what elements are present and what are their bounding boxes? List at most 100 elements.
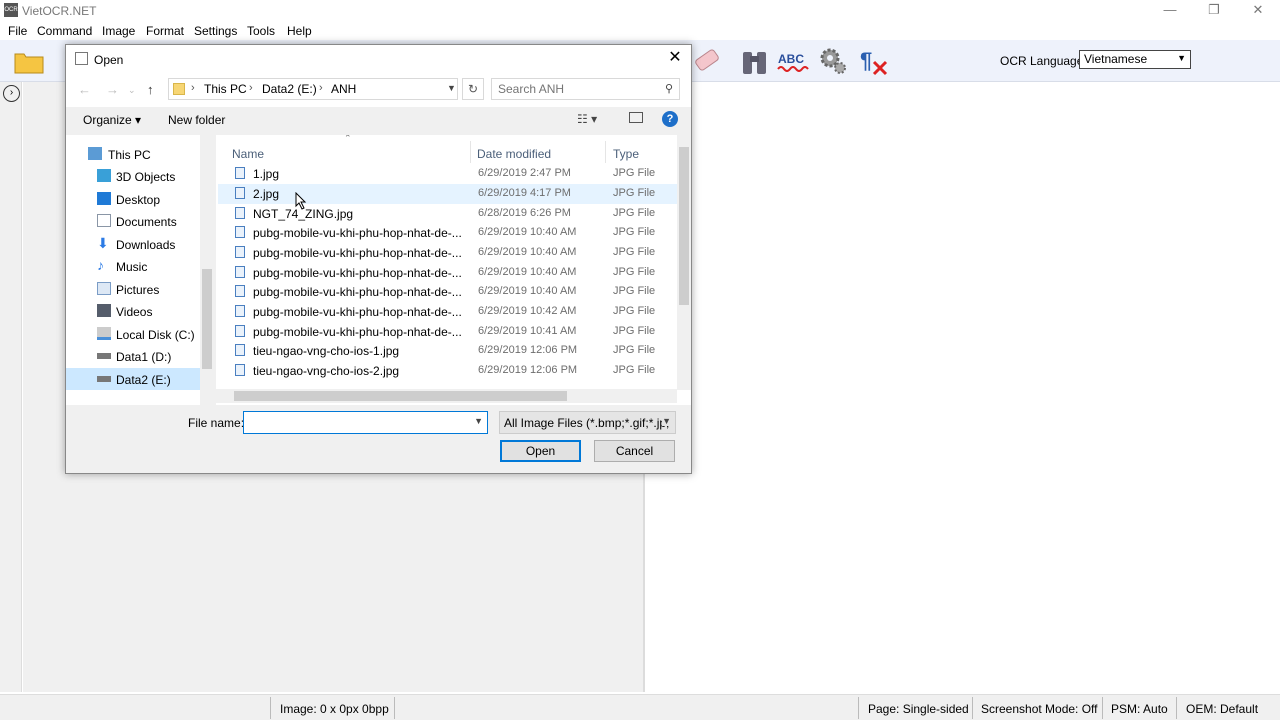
tree-scrollbar[interactable]: [200, 135, 214, 405]
tree-item-this-pc[interactable]: This PC: [66, 143, 200, 165]
restore-button[interactable]: ❐: [1192, 0, 1236, 22]
close-button[interactable]: ✕: [1236, 0, 1280, 22]
tree-item-downloads[interactable]: ⬇ Downloads: [66, 233, 200, 255]
file-name-input[interactable]: [246, 413, 466, 432]
expand-panel-icon[interactable]: ›: [3, 85, 20, 102]
column-header-type[interactable]: Type: [613, 147, 639, 161]
menu-command[interactable]: Command: [37, 24, 92, 38]
breadcrumb-this-pc[interactable]: This PC: [204, 82, 247, 96]
menu-format[interactable]: Format: [146, 24, 184, 38]
svg-text:¶: ¶: [860, 48, 872, 73]
preview-pane-icon[interactable]: [629, 112, 643, 123]
gear-icon[interactable]: [816, 44, 850, 78]
tree-item-documents[interactable]: Documents: [66, 210, 200, 232]
up-arrow-icon[interactable]: ↑: [147, 82, 154, 97]
cancel-button[interactable]: Cancel: [594, 440, 675, 462]
status-oem[interactable]: OEM: Default: [1186, 702, 1258, 716]
menu-file[interactable]: File: [8, 24, 27, 38]
file-row[interactable]: pubg-mobile-vu-khi-phu-hop-nhat-de-... 6…: [218, 223, 678, 243]
file-type-value: All Image Files (*.bmp;*.gif;*.jp;: [504, 416, 670, 430]
file-name: tieu-ngao-vng-cho-ios-1.jpg: [253, 344, 400, 358]
ocr-language-select[interactable]: Vietnamese ▼: [1079, 50, 1191, 69]
organize-button[interactable]: Organize ▾: [83, 113, 141, 127]
file-name-combobox[interactable]: ▼: [243, 411, 488, 434]
tree-scrollbar-thumb[interactable]: [202, 269, 212, 369]
ocr-text-area[interactable]: [645, 82, 1280, 692]
menu-image[interactable]: Image: [102, 24, 135, 38]
recent-dropdown-icon[interactable]: ⌄: [128, 85, 136, 96]
dialog-command-bar: Organize ▾ New folder ☷ ▾ ?: [66, 107, 691, 133]
status-screenshot-mode[interactable]: Screenshot Mode: Off: [981, 702, 1098, 716]
file-row[interactable]: pubg-mobile-vu-khi-phu-hop-nhat-de-... 6…: [218, 243, 678, 263]
file-list-vscrollbar[interactable]: [677, 135, 691, 390]
documents-icon: [97, 214, 111, 227]
refresh-icon[interactable]: ↻: [462, 78, 484, 100]
file-row[interactable]: tieu-ngao-vng-cho-ios-2.jpg 6/29/2019 12…: [218, 361, 678, 381]
menu-tools[interactable]: Tools: [247, 24, 275, 38]
tree-item-desktop[interactable]: Desktop: [66, 188, 200, 210]
search-box[interactable]: ⚲: [491, 78, 680, 100]
tree-item-pictures[interactable]: Pictures: [66, 278, 200, 300]
file-date: 6/29/2019 10:40 AM: [478, 285, 577, 297]
file-date: 6/29/2019 12:06 PM: [478, 364, 578, 376]
view-options-icon[interactable]: ☷ ▾: [577, 112, 597, 126]
left-collapsed-pane: [0, 82, 22, 692]
tree-item-label: Videos: [116, 305, 153, 319]
file-name: pubg-mobile-vu-khi-phu-hop-nhat-de-...: [253, 325, 462, 339]
ocr-language-label: OCR Language: [1000, 54, 1084, 68]
drive-icon: [97, 353, 111, 359]
dialog-close-button[interactable]: ✕: [665, 48, 685, 68]
navigation-tree: This PC 3D Objects Desktop Documents ⬇ D…: [66, 135, 214, 405]
breadcrumb-data2[interactable]: Data2 (E:): [262, 82, 317, 96]
help-icon[interactable]: ?: [662, 111, 678, 127]
status-page[interactable]: Page: Single-sided: [868, 702, 969, 716]
image-file-icon: [235, 285, 245, 297]
eraser-icon[interactable]: [690, 44, 724, 78]
file-row[interactable]: 1.jpg 6/29/2019 2:47 PM JPG File: [218, 164, 678, 184]
pilcrow-remove-icon[interactable]: ¶: [856, 44, 890, 78]
spellcheck-icon[interactable]: ABC: [776, 44, 810, 78]
dialog-icon: [75, 52, 88, 65]
chevron-down-icon[interactable]: ▼: [447, 83, 456, 93]
tree-item-label: Music: [116, 260, 148, 274]
address-bar[interactable]: › This PC › Data2 (E:) › ANH ▼: [168, 78, 458, 100]
tree-item-label: Data1 (D:): [116, 350, 172, 364]
binoculars-icon[interactable]: [738, 44, 772, 78]
menu-help[interactable]: Help: [287, 24, 312, 38]
status-psm[interactable]: PSM: Auto: [1111, 702, 1168, 716]
file-list-vscrollbar-thumb[interactable]: [679, 147, 689, 305]
tree-item-data2-e[interactable]: Data2 (E:): [66, 368, 200, 390]
menu-settings[interactable]: Settings: [194, 24, 237, 38]
file-type-select[interactable]: All Image Files (*.bmp;*.gif;*.jp; ▼: [499, 411, 676, 434]
tree-item-local-disk-c[interactable]: Local Disk (C:): [66, 323, 200, 345]
file-type: JPG File: [613, 167, 656, 179]
search-input[interactable]: [498, 82, 658, 96]
tree-item-music[interactable]: ♪ Music: [66, 255, 200, 277]
image-file-icon: [235, 364, 245, 376]
minimize-button[interactable]: —: [1148, 0, 1192, 22]
new-folder-button[interactable]: New folder: [168, 113, 225, 127]
download-arrow-icon: ⬇: [97, 235, 109, 251]
back-arrow-icon[interactable]: ←: [78, 82, 91, 97]
tree-item-3d-objects[interactable]: 3D Objects: [66, 165, 200, 187]
tree-item-data1-d[interactable]: Data1 (D:): [66, 345, 200, 367]
chevron-down-icon[interactable]: ▼: [474, 416, 483, 426]
file-row[interactable]: pubg-mobile-vu-khi-phu-hop-nhat-de-... 6…: [218, 263, 678, 283]
file-row[interactable]: tieu-ngao-vng-cho-ios-1.jpg 6/29/2019 12…: [218, 341, 678, 361]
column-header-name[interactable]: Name: [232, 147, 264, 161]
tree-item-videos[interactable]: Videos: [66, 300, 200, 322]
column-header-date-modified[interactable]: Date modified: [477, 147, 551, 161]
file-name: 2.jpg: [253, 187, 280, 201]
file-row[interactable]: pubg-mobile-vu-khi-phu-hop-nhat-de-... 6…: [218, 322, 678, 342]
file-row[interactable]: pubg-mobile-vu-khi-phu-hop-nhat-de-... 6…: [218, 302, 678, 322]
computer-icon: [88, 147, 102, 160]
file-list-hscrollbar-thumb[interactable]: [234, 391, 567, 401]
file-row[interactable]: pubg-mobile-vu-khi-phu-hop-nhat-de-... 6…: [218, 282, 678, 302]
open-folder-icon[interactable]: [12, 44, 46, 78]
open-button[interactable]: Open: [500, 440, 581, 462]
breadcrumb-anh[interactable]: ANH: [331, 82, 356, 96]
file-row[interactable]: 2.jpg 6/29/2019 4:17 PM JPG File: [218, 184, 678, 204]
forward-arrow-icon[interactable]: →: [106, 82, 119, 97]
file-list-hscrollbar[interactable]: [216, 389, 677, 403]
file-row[interactable]: NGT_74_ZING.jpg 6/28/2019 6:26 PM JPG Fi…: [218, 204, 678, 224]
